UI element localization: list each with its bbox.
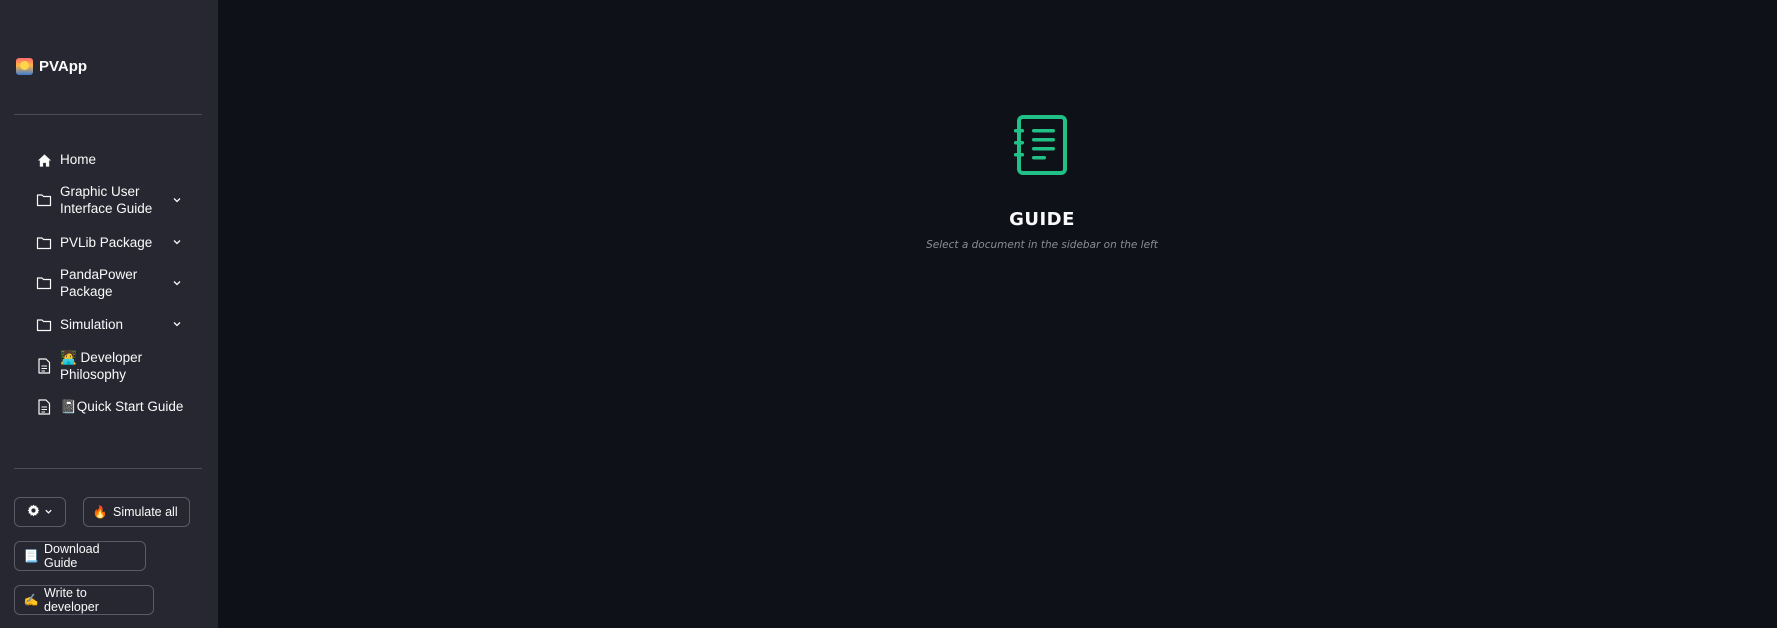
sidebar-divider-bottom [14,468,202,469]
sidebar-item-home[interactable]: Home [36,151,196,168]
folder-icon [36,317,52,333]
sidebar-item-label: 📓Quick Start Guide [60,399,184,414]
sidebar-item-label: Graphic User Interface Guide [60,184,153,216]
sidebar-item-developer-philosophy[interactable]: 🧑‍💻 Developer Philosophy [36,349,196,383]
guide-book-icon [1013,114,1071,181]
fire-icon: 🔥 [92,505,108,519]
sidebar-item-pvlib[interactable]: PVLib Package [36,234,196,251]
chevron-down-icon[interactable] [172,278,182,288]
chevron-down-icon[interactable] [172,195,182,205]
sidebar-item-label: Simulation [60,317,124,332]
sidebar: PVApp Home Graphic User Interface Guide … [0,0,218,628]
sidebar-item-label: PandaPower Package [60,267,138,299]
document-icon [36,399,52,415]
gear-icon [27,504,40,520]
simulate-all-button[interactable]: 🔥 Simulate all [83,497,190,527]
app-brand[interactable]: PVApp [16,58,87,75]
scroll-icon: 📃 [23,549,39,563]
page-title: GUIDE [1009,209,1075,230]
sidebar-item-label: Home [60,152,97,167]
folder-icon [36,192,52,208]
sidebar-divider-top [14,114,202,115]
chevron-down-icon[interactable] [172,237,182,247]
settings-dropdown-button[interactable] [14,497,66,527]
chevron-down-icon[interactable] [172,319,182,329]
sidebar-item-label: 🧑‍💻 Developer Philosophy [60,350,143,382]
document-icon [36,358,52,374]
sidebar-item-quick-start[interactable]: 📓Quick Start Guide [36,398,196,415]
sunrise-icon [16,58,33,75]
writing-hand-icon: ✍️ [23,593,39,607]
download-guide-label: Download Guide [44,542,100,570]
folder-icon [36,235,52,251]
write-to-developer-label: Write to developer [44,586,99,614]
sidebar-item-pandapower[interactable]: PandaPower Package [36,266,196,300]
sidebar-item-label: PVLib Package [60,235,153,250]
folder-icon [36,275,52,291]
simulate-all-label: Simulate all [113,505,178,519]
home-icon [36,152,52,168]
page-subtitle: Select a document in the sidebar on the … [926,239,1158,251]
write-to-developer-button[interactable]: ✍️ Write to developer [14,585,154,615]
chevron-down-icon [44,505,53,519]
download-guide-button[interactable]: 📃 Download Guide [14,541,146,571]
app-name: PVApp [39,58,88,75]
sidebar-item-simulation[interactable]: Simulation [36,316,196,333]
sidebar-item-gui-guide[interactable]: Graphic User Interface Guide [36,183,196,217]
